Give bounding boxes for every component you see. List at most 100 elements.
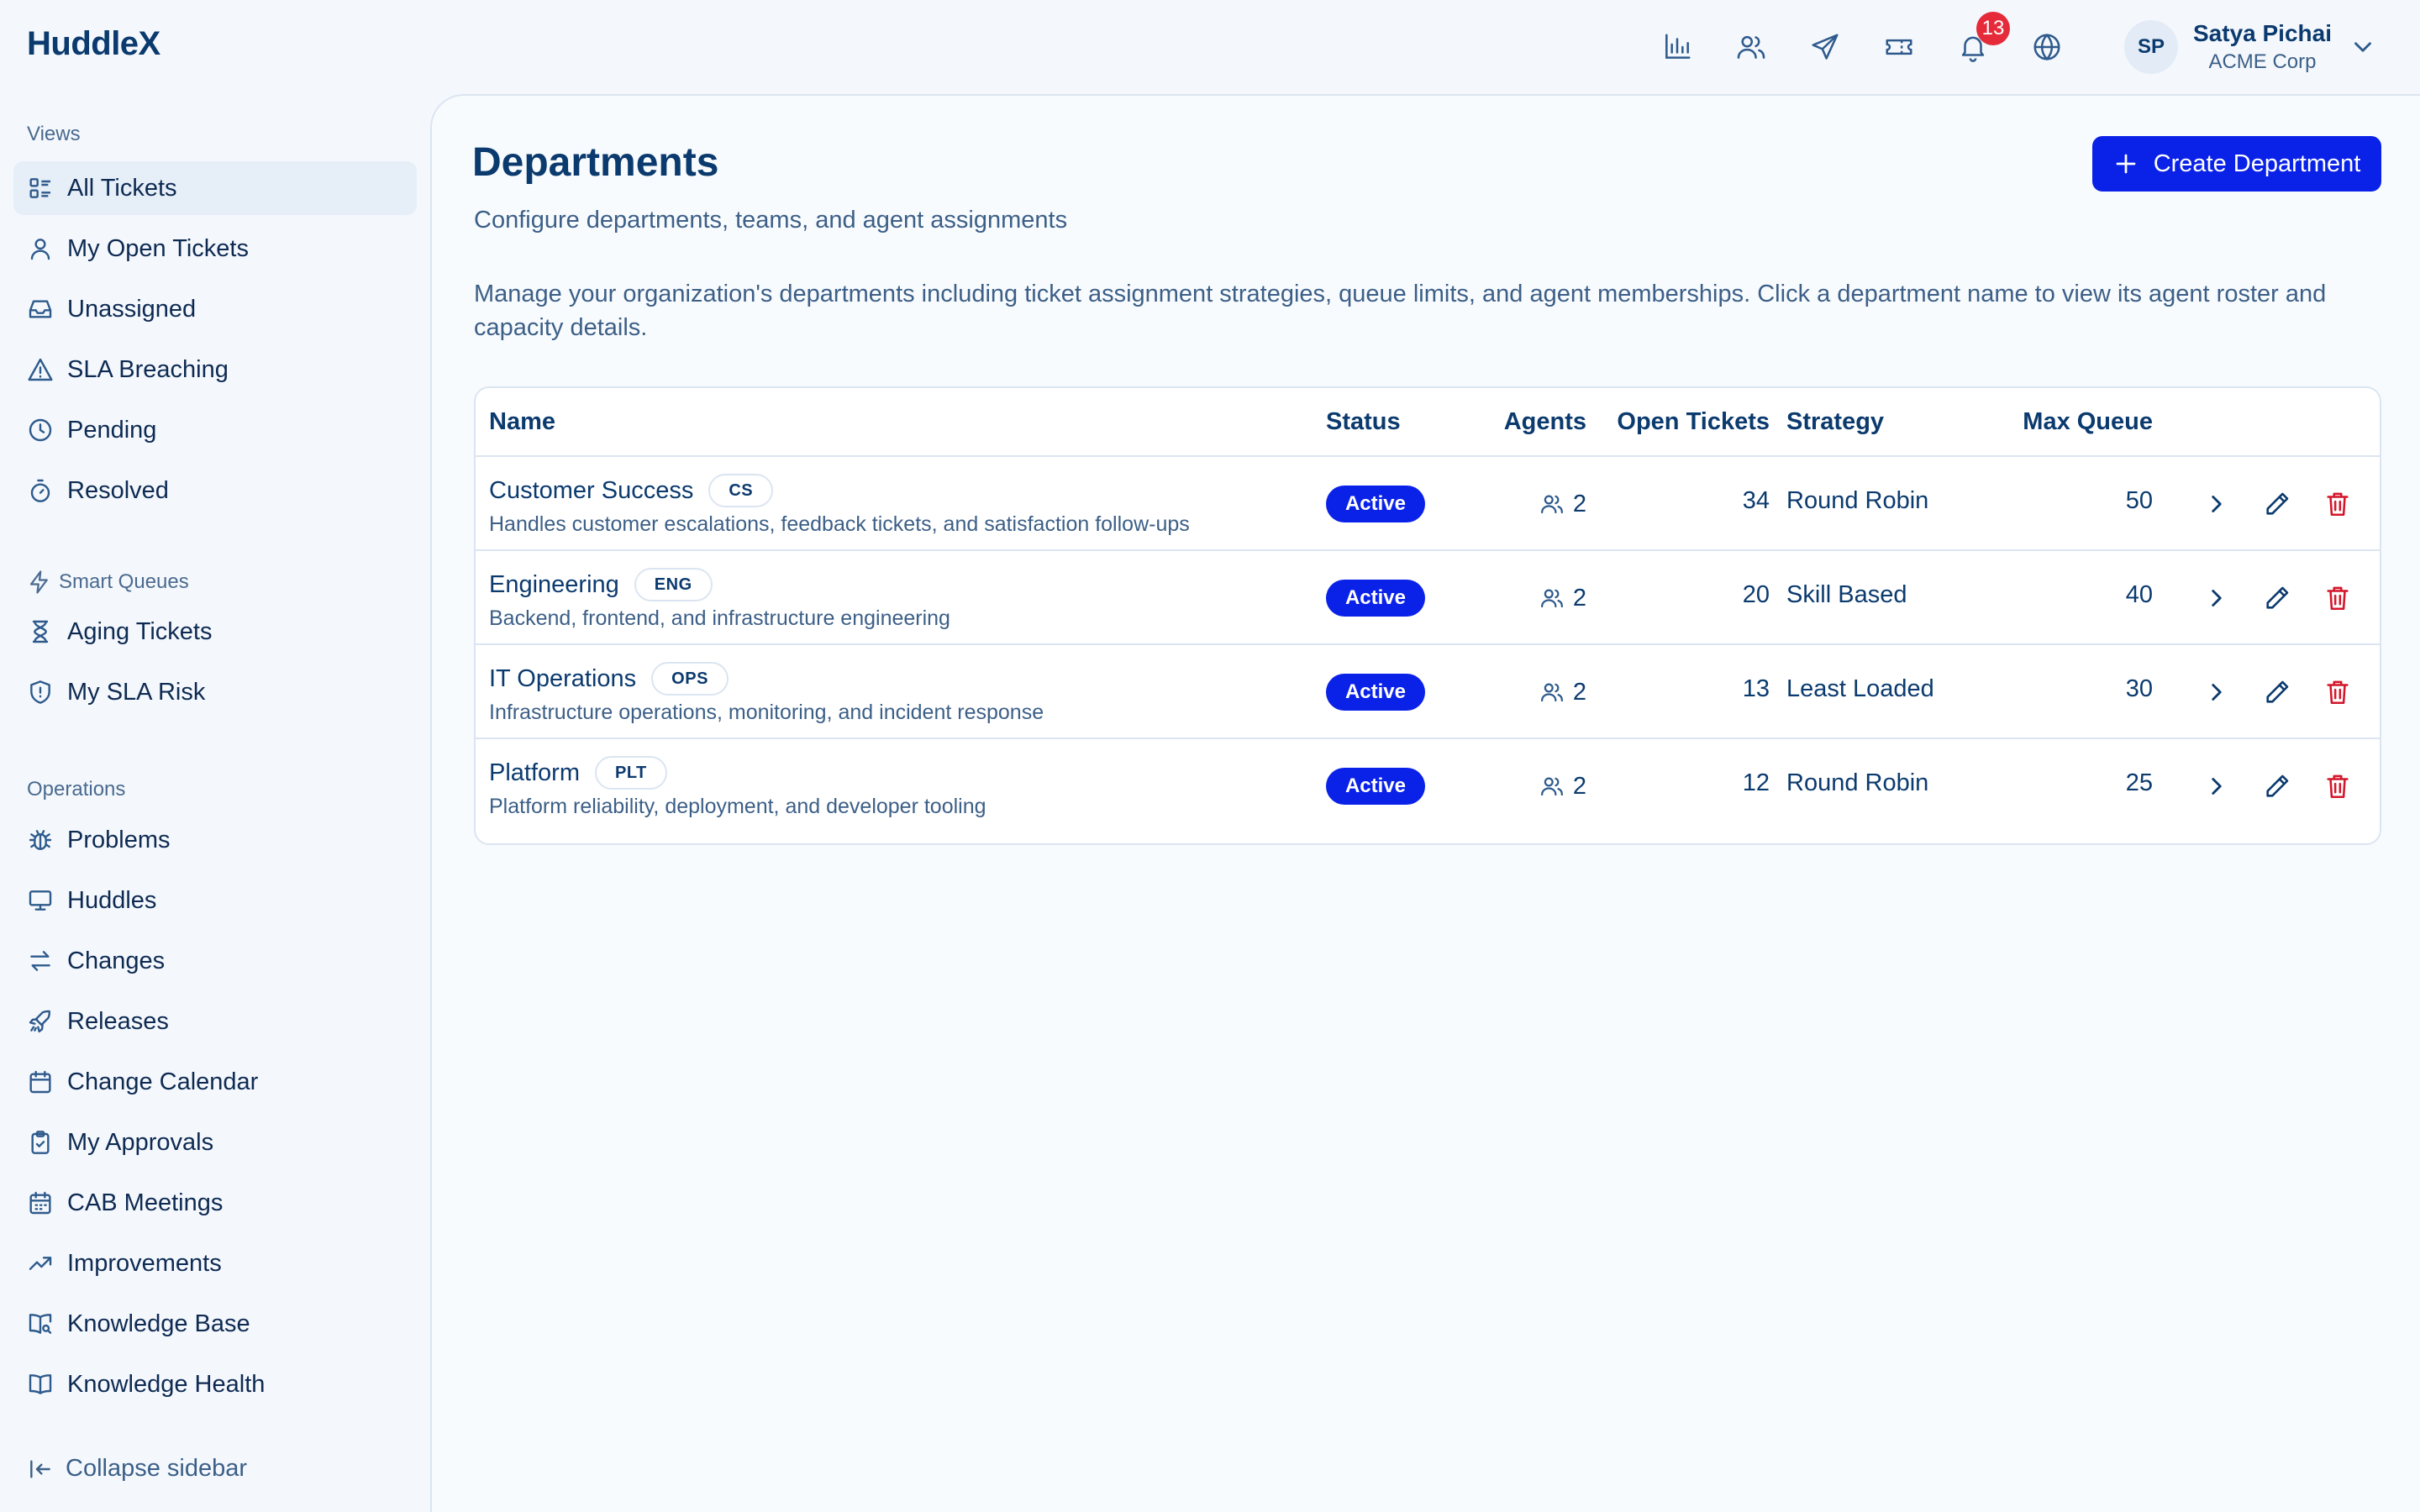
department-name-link[interactable]: Engineering ENG [489,568,713,601]
sidebar-item-changes[interactable]: Changes [13,934,417,988]
sidebar-item-knowledge-base[interactable]: Knowledge Base [13,1297,417,1351]
column-header-name[interactable]: Name [489,408,555,436]
trash-icon[interactable] [2321,487,2354,521]
trash-icon[interactable] [2321,675,2354,709]
table-header: Name Status Agents Open Tickets Strategy… [476,388,2380,457]
status-badge: Active [1326,580,1425,617]
sidebar-item-cab-meetings[interactable]: CAB Meetings [13,1176,417,1230]
sidebar-item-label: Huddles [67,886,157,914]
sidebar-item-label: All Tickets [67,174,177,202]
agents-value: 2 [1572,678,1586,706]
inbox-icon [29,300,52,318]
page-title: Departments [472,140,719,185]
department-description: Backend, frontend, and infrastructure en… [489,606,950,630]
users-icon[interactable] [1728,24,1775,71]
sidebar-item-label: CAB Meetings [67,1189,224,1216]
sidebar-item-knowledge-health[interactable]: Knowledge Health [13,1357,417,1411]
app-logo[interactable]: HuddleX [27,25,160,63]
pencil-icon[interactable] [2260,581,2294,615]
users-icon [1540,683,1563,702]
sidebar-item-label: Improvements [67,1249,222,1277]
sidebar-item-my-approvals[interactable]: My Approvals [13,1116,417,1169]
department-code-badge: OPS [651,662,729,696]
open-tickets-value: 13 [1742,675,1770,702]
department-name-link[interactable]: Platform PLT [489,756,667,790]
department-description: Handles customer escalations, feedback t… [489,512,1190,536]
column-header-max-queue[interactable]: Max Queue [1988,408,2153,436]
user-menu[interactable]: SP Satya Pichai ACME Corp [2124,17,2377,77]
list-icon [29,178,50,198]
sidebar-item-label: My Approvals [67,1128,214,1156]
department-description: Infrastructure operations, monitoring, a… [489,701,1044,724]
column-header-agents[interactable]: Agents [1479,408,1586,436]
timer-icon [30,479,50,502]
sidebar-item-releases[interactable]: Releases [13,995,417,1048]
strategy-value: Least Loaded [1786,675,1934,702]
department-name: IT Operations [489,664,637,692]
sidebar-item-label: Resolved [67,476,169,504]
sidebar-item-label: My Open Tickets [67,234,249,262]
sidebar-item-label: Change Calendar [67,1068,259,1095]
max-queue-value: 50 [2125,487,2153,514]
status-badge: Active [1326,674,1425,711]
sidebar-item-pending[interactable]: Pending [13,403,417,457]
create-department-button[interactable]: Create Department [2092,136,2381,192]
sidebar-item-improvements[interactable]: Improvements [13,1236,417,1290]
chevron-right-icon[interactable] [2200,581,2233,615]
bar-chart-icon[interactable] [1654,24,1701,71]
agents-count: 2 [1511,487,1586,521]
column-header-status[interactable]: Status [1326,408,1401,436]
sidebar-item-resolved[interactable]: Resolved [13,464,417,517]
sidebar-item-problems[interactable]: Problems [13,813,417,867]
department-code-badge: ENG [634,568,713,601]
department-name: Customer Success [489,476,694,504]
sidebar-item-all-tickets[interactable]: All Tickets [13,161,417,215]
table-row: Platform PLT Platform reliability, deplo… [476,739,2380,833]
plus-icon [2116,154,2136,174]
department-name-link[interactable]: IT Operations OPS [489,662,729,696]
department-name-link[interactable]: Customer Success CS [489,474,774,507]
sidebar-item-label: Problems [67,826,171,853]
sidebar-item-unassigned[interactable]: Unassigned [13,282,417,336]
pencil-icon[interactable] [2260,487,2294,521]
app-root: HuddleX 13 SP Satya Pichai ACME Corp Vie… [0,0,2420,1512]
trending-up-icon [29,1257,52,1270]
max-queue-value: 30 [2125,675,2153,702]
trash-icon[interactable] [2321,769,2354,803]
bug-icon [29,830,52,850]
chevron-down-icon[interactable] [2349,33,2377,61]
globe-icon[interactable] [2023,24,2070,71]
users-icon [1540,777,1563,796]
send-icon[interactable] [1802,24,1849,71]
chevron-right-icon[interactable] [2200,675,2233,709]
section-label-smart-queues: Smart Queues [27,570,189,595]
sidebar-item-huddles[interactable]: Huddles [13,874,417,927]
column-header-open-tickets[interactable]: Open Tickets [1602,408,1770,436]
trash-icon[interactable] [2321,581,2354,615]
sidebar-item-my-sla-risk[interactable]: My SLA Risk [13,665,417,719]
sidebar-item-aging-tickets[interactable]: Aging Tickets [13,605,417,659]
bell-icon[interactable]: 13 [1949,12,2010,71]
chevron-right-icon[interactable] [2200,769,2233,803]
page-subtitle: Configure departments, teams, and agent … [474,207,1068,234]
main-panel: Departments Configure departments, teams… [430,94,2420,1512]
collapse-sidebar-label: Collapse sidebar [66,1455,248,1482]
table-row: Customer Success CS Handles customer esc… [476,457,2380,551]
sidebar-item-my-open-tickets[interactable]: My Open Tickets [13,222,417,276]
users-icon [1540,495,1563,514]
notification-badge: 13 [1976,12,2010,45]
chevron-right-icon[interactable] [2200,487,2233,521]
ticket-icon[interactable] [1876,24,1923,71]
hourglass-icon [32,620,49,643]
sidebar-item-sla-breaching[interactable]: SLA Breaching [13,343,417,396]
pencil-icon[interactable] [2260,769,2294,803]
strategy-value: Skill Based [1786,581,1907,608]
agents-value: 2 [1572,584,1586,612]
header-icons: 13 [1654,12,2070,71]
max-queue-value: 25 [2125,769,2153,796]
sidebar-item-label: Releases [67,1007,169,1035]
column-header-strategy[interactable]: Strategy [1786,408,1884,436]
sidebar-item-change-calendar[interactable]: Change Calendar [13,1055,417,1109]
pencil-icon[interactable] [2260,675,2294,709]
collapse-sidebar-button[interactable]: Collapse sidebar [27,1455,247,1483]
